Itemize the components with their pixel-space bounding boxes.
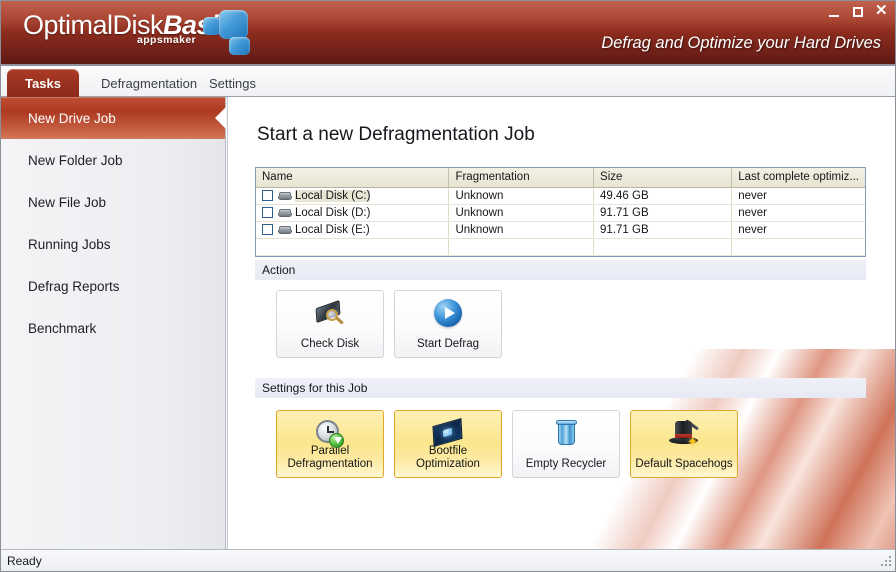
check-disk-button[interactable]: Check Disk	[276, 290, 384, 358]
column-header-last-optimized[interactable]: Last complete optimiz...	[731, 168, 865, 188]
chevron-notch-icon	[215, 107, 226, 129]
cell-last-optimized: never	[731, 204, 865, 222]
cell-empty	[256, 238, 450, 256]
logo-cube-large	[219, 10, 248, 39]
cell-name[interactable]: Local Disk (C:)	[256, 187, 450, 205]
status-bar: Ready	[1, 549, 895, 571]
window-controls: ✕	[827, 2, 889, 19]
row-checkbox[interactable]	[262, 189, 273, 201]
title-bar: OptimalDiskBasic appsmaker Defrag and Op…	[1, 1, 895, 66]
sidebar-item-label: New File Job	[28, 194, 107, 210]
cell-fragmentation: Unknown	[448, 204, 595, 222]
default-spacehogs-label: Default Spacehogs	[635, 458, 733, 470]
cell-empty	[448, 238, 595, 256]
tab-tasks[interactable]: Tasks	[7, 69, 79, 97]
clock-refresh-icon	[313, 418, 347, 448]
sidebar-item-new-file-job[interactable]: New File Job	[1, 181, 225, 223]
sidebar-item-label: Defrag Reports	[28, 278, 120, 294]
cell-size: 49.46 GB	[593, 187, 733, 205]
table-row[interactable]: Local Disk (D:) Unknown 91.71 GB never	[256, 204, 865, 222]
label-line-2: Optimization	[416, 458, 480, 470]
cell-size: 91.71 GB	[593, 221, 733, 239]
tab-defragmentation[interactable]: Defragmentation	[87, 69, 211, 97]
start-defrag-button[interactable]: Start Defrag	[394, 290, 502, 358]
check-disk-label: Check Disk	[300, 338, 360, 350]
brand-subtitle: appsmaker	[137, 34, 197, 46]
row-checkbox[interactable]	[262, 206, 273, 218]
sidebar-item-label: New Drive Job	[28, 110, 116, 126]
table-row[interactable]: Local Disk (C:) Unknown 49.46 GB never	[256, 187, 865, 205]
content-panel: Start a new Defragmentation Job Name Fra…	[227, 97, 895, 549]
drive-name: Local Disk (E:)	[295, 223, 370, 236]
sidebar-item-new-folder-job[interactable]: New Folder Job	[1, 139, 225, 181]
app-logo: OptimalDiskBasic	[23, 10, 233, 40]
recycle-bin-icon	[549, 418, 583, 450]
drive-name: Local Disk (D:)	[295, 206, 371, 219]
label-line-1: Parallel	[310, 445, 350, 457]
tab-strip: Tasks Defragmentation Settings	[1, 66, 895, 97]
sidebar-item-label: Benchmark	[28, 320, 97, 336]
page-title: Start a new Defragmentation Job	[257, 124, 535, 145]
drive-table: Name Fragmentation Size Last complete op…	[256, 168, 865, 256]
cell-name[interactable]: Local Disk (E:)	[256, 221, 450, 239]
sidebar: New Drive Job New Folder Job New File Jo…	[1, 97, 226, 549]
sidebar-item-running-jobs[interactable]: Running Jobs	[1, 223, 225, 265]
sidebar-item-new-drive-job[interactable]: New Drive Job	[1, 97, 226, 139]
drive-name: Local Disk (C:)	[295, 189, 371, 202]
cell-fragmentation: Unknown	[448, 187, 595, 205]
parallel-defragmentation-label: Parallel Defragmentation	[284, 445, 375, 471]
label-line-2: Defragmentation	[287, 458, 373, 470]
logo-cube-medium	[229, 37, 250, 55]
minimize-icon[interactable]	[827, 5, 841, 19]
hard-disk-icon	[278, 190, 293, 201]
hard-disk-icon	[278, 224, 293, 235]
column-header-name[interactable]: Name	[256, 168, 450, 188]
row-checkbox[interactable]	[262, 223, 273, 235]
table-empty-row	[256, 238, 865, 256]
cell-size: 91.71 GB	[593, 204, 733, 222]
cell-fragmentation: Unknown	[448, 221, 595, 239]
cell-name[interactable]: Local Disk (D:)	[256, 204, 450, 222]
section-header-action: Action	[255, 260, 866, 280]
cell-last-optimized: never	[731, 187, 865, 205]
app-tagline: Defrag and Optimize your Hard Drives	[601, 34, 881, 52]
sidebar-item-label: Running Jobs	[28, 236, 111, 252]
default-spacehogs-button[interactable]: ✦ Default Spacehogs	[630, 410, 738, 478]
check-disk-icon	[313, 298, 347, 330]
label-line-1: Bootfile	[428, 445, 468, 457]
play-icon	[431, 298, 465, 330]
start-defrag-label: Start Defrag	[417, 338, 479, 350]
sidebar-item-label: New Folder Job	[28, 152, 123, 168]
sidebar-item-defrag-reports[interactable]: Defrag Reports	[1, 265, 225, 307]
action-button-group: Check Disk Start Defrag	[276, 290, 502, 358]
empty-recycler-button[interactable]: Empty Recycler	[512, 410, 620, 478]
cell-empty	[731, 238, 865, 256]
status-text: Ready	[7, 553, 42, 568]
column-header-size[interactable]: Size	[593, 168, 733, 188]
application-window: OptimalDiskBasic appsmaker Defrag and Op…	[0, 0, 896, 572]
maximize-icon[interactable]	[851, 5, 865, 19]
bootfile-optimization-label: Bootfile Optimization	[413, 445, 483, 471]
drive-list-grid: Name Fragmentation Size Last complete op…	[255, 167, 866, 257]
section-header-settings: Settings for this Job	[255, 378, 866, 398]
boot-screen-icon	[431, 418, 465, 447]
logo-cubes-icon	[203, 9, 259, 57]
column-header-fragmentation[interactable]: Fragmentation	[448, 168, 595, 188]
empty-recycler-label: Empty Recycler	[525, 458, 607, 470]
hard-disk-icon	[278, 207, 293, 218]
parallel-defragmentation-button[interactable]: Parallel Defragmentation	[276, 410, 384, 478]
resize-grip-icon[interactable]	[881, 556, 893, 568]
cell-last-optimized: never	[731, 221, 865, 239]
table-row[interactable]: Local Disk (E:) Unknown 91.71 GB never	[256, 221, 865, 239]
table-header-row: Name Fragmentation Size Last complete op…	[256, 168, 865, 188]
tab-settings[interactable]: Settings	[195, 69, 270, 97]
cell-empty	[593, 238, 733, 256]
bootfile-optimization-button[interactable]: Bootfile Optimization	[394, 410, 502, 478]
settings-button-group: Parallel Defragmentation Bootfile Optimi…	[276, 410, 738, 478]
brand-text: OptimalDiskBasic	[23, 10, 233, 40]
close-icon[interactable]: ✕	[875, 2, 889, 19]
magic-hat-icon: ✦	[667, 418, 701, 450]
sidebar-item-benchmark[interactable]: Benchmark	[1, 307, 225, 349]
